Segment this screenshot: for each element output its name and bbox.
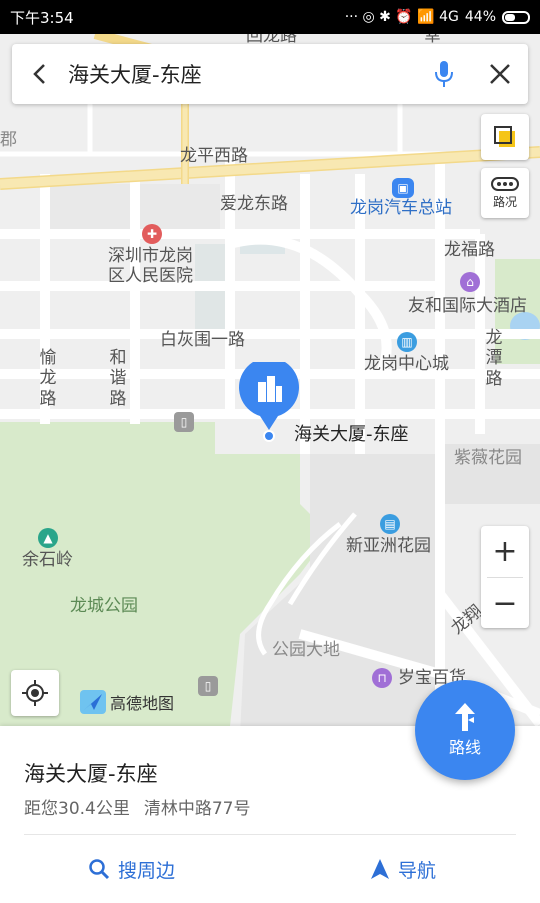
poi-label-xinyazhou[interactable]: 新亚洲花园: [346, 536, 431, 556]
logo-text: 高德地图: [110, 694, 175, 713]
road-label-baihuiwei: 白灰围一路: [160, 330, 245, 350]
map-layers-button[interactable]: [481, 114, 529, 160]
amap-logo-icon: [80, 690, 106, 714]
shopping-icon: ⊓: [372, 668, 392, 688]
poi-label-youhe-hotel[interactable]: 友和国际大酒店: [408, 296, 527, 316]
status-icons: ··· ◎ ✱ ⏰ 📶 4G 44%: [345, 9, 530, 25]
locate-icon: [22, 680, 48, 706]
back-arrow-icon: [33, 64, 45, 84]
residence-icon: ▤: [380, 514, 400, 534]
map-view[interactable]: 回龙路 幸 郡 龙平西路 爱龙东路 ▣ 龙岗汽车总站 ✚ 深圳市龙岗区人民医院 …: [0, 34, 540, 726]
route-button[interactable]: 路线: [415, 680, 515, 780]
search-nearby-label: 搜周边: [118, 859, 176, 882]
panel-divider: [24, 834, 516, 835]
poi-label-longcheng-park[interactable]: 龙城公园: [70, 596, 138, 616]
road-label-yulong: 愉龙路: [39, 348, 57, 409]
navigate-label: 导航: [398, 859, 437, 882]
place-address: 清林中路77号: [143, 799, 251, 819]
place-info: 距您30.4公里 清林中路77号: [24, 794, 251, 819]
road-label-ailong-east: 爱龙东路: [220, 194, 288, 214]
close-button[interactable]: [472, 44, 528, 104]
hospital-icon: ✚: [142, 224, 162, 244]
hotel-icon: ⌂: [460, 272, 480, 292]
bus-icon: ▣: [392, 178, 414, 198]
entrance-icon: ▯: [198, 676, 218, 696]
traffic-icon: [491, 176, 519, 191]
microphone-icon: [435, 61, 453, 87]
my-location-button[interactable]: [11, 670, 59, 716]
poi-label-park-land[interactable]: 公园大地: [272, 640, 340, 660]
layers-icon: [494, 126, 515, 147]
zoom-out-button[interactable]: −: [481, 578, 529, 629]
road-label-hexie: 和谐路: [109, 348, 127, 409]
mountain-icon: ▲: [38, 528, 58, 548]
status-time: 下午3:54: [10, 8, 74, 27]
route-label: 路线: [448, 738, 481, 757]
poi-label-longgang-center[interactable]: 龙岗中心城: [364, 354, 449, 374]
battery-percent: 44%: [464, 9, 496, 25]
status-bar: 下午3:54 ··· ◎ ✱ ⏰ 📶 4G 44%: [0, 0, 540, 34]
traffic-toggle-button[interactable]: 路况: [481, 168, 529, 218]
back-button[interactable]: [12, 44, 68, 104]
poi-label-ziwei[interactable]: 紫薇花园: [454, 448, 522, 468]
poi-label-yushiling[interactable]: 余石岭: [22, 550, 73, 570]
voice-search-button[interactable]: [416, 44, 472, 104]
signal-icons: ··· ◎ ✱ ⏰ 📶 4G: [344, 9, 459, 25]
traffic-label: 路况: [492, 194, 517, 209]
road-label-longping-west: 龙平西路: [180, 146, 248, 166]
close-icon: [490, 64, 510, 84]
building-icon: ▥: [397, 332, 417, 352]
navigation-arrow-icon: [371, 859, 389, 879]
road-label-longtan: 龙潭路: [485, 328, 503, 389]
place-name: 海关大厦-东座: [24, 762, 158, 786]
entrance-icon: ▯: [174, 412, 194, 432]
marker-label: 海关大厦-东座: [294, 424, 409, 445]
amap-logo: 高德地图: [80, 690, 174, 714]
route-arrow-icon: [455, 703, 475, 731]
zoom-controls: + −: [481, 526, 529, 628]
place-distance: 距您30.4公里: [24, 799, 130, 819]
poi-label-hospital[interactable]: 深圳市龙岗区人民医院: [108, 246, 198, 287]
zoom-in-button[interactable]: +: [481, 526, 529, 577]
search-input[interactable]: 海关大厦-东座: [68, 59, 416, 89]
area-label-left: 郡: [0, 130, 17, 150]
poi-label-bus-station[interactable]: 龙岗汽车总站: [350, 198, 452, 218]
search-bar[interactable]: 海关大厦-东座: [12, 44, 528, 104]
location-pin-icon[interactable]: [238, 357, 300, 432]
navigate-button[interactable]: 导航: [370, 852, 436, 886]
search-nearby-button[interactable]: 搜周边: [88, 852, 175, 886]
road-label-longfu: 龙福路: [444, 240, 495, 260]
search-icon: [89, 859, 110, 880]
battery-icon: [502, 10, 530, 24]
